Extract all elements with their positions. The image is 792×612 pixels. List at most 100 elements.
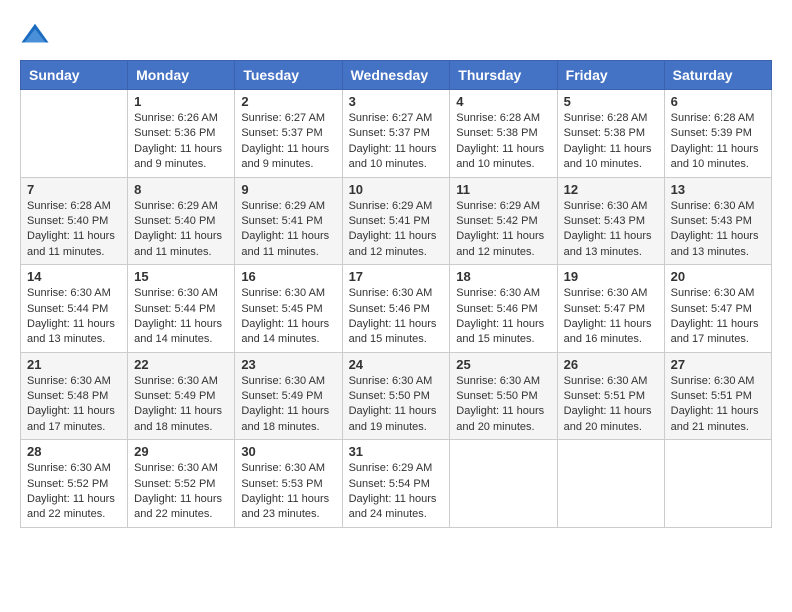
cell-content: Sunrise: 6:29 AM Sunset: 5:42 PM Dayligh… [456,199,550,261]
daylight-text: Daylight: 11 hours and 14 minutes. [241,318,329,345]
sunrise-text: Sunrise: 6:30 AM [27,462,111,474]
sunrise-text: Sunrise: 6:30 AM [349,375,433,387]
day-number: 17 [349,269,444,284]
sunrise-text: Sunrise: 6:30 AM [241,287,325,299]
daylight-text: Daylight: 11 hours and 18 minutes. [134,405,222,432]
cell-content: Sunrise: 6:30 AM Sunset: 5:49 PM Dayligh… [134,374,228,436]
calendar-cell [557,440,664,528]
sunrise-text: Sunrise: 6:28 AM [27,200,111,212]
sunrise-text: Sunrise: 6:30 AM [134,375,218,387]
sunrise-text: Sunrise: 6:30 AM [456,287,540,299]
day-number: 12 [564,182,658,197]
daylight-text: Daylight: 11 hours and 17 minutes. [671,318,759,345]
sunset-text: Sunset: 5:52 PM [134,478,215,490]
sunset-text: Sunset: 5:49 PM [134,390,215,402]
cell-content: Sunrise: 6:27 AM Sunset: 5:37 PM Dayligh… [241,111,335,173]
cell-content: Sunrise: 6:30 AM Sunset: 5:52 PM Dayligh… [27,461,121,523]
cell-content: Sunrise: 6:30 AM Sunset: 5:50 PM Dayligh… [456,374,550,436]
daylight-text: Daylight: 11 hours and 11 minutes. [134,230,222,257]
cell-content: Sunrise: 6:30 AM Sunset: 5:50 PM Dayligh… [349,374,444,436]
day-number: 31 [349,444,444,459]
cell-content: Sunrise: 6:26 AM Sunset: 5:36 PM Dayligh… [134,111,228,173]
day-number: 9 [241,182,335,197]
calendar-cell: 5 Sunrise: 6:28 AM Sunset: 5:38 PM Dayli… [557,90,664,178]
calendar-cell: 13 Sunrise: 6:30 AM Sunset: 5:43 PM Dayl… [664,177,771,265]
calendar-cell: 9 Sunrise: 6:29 AM Sunset: 5:41 PM Dayli… [235,177,342,265]
sunrise-text: Sunrise: 6:30 AM [456,375,540,387]
sunrise-text: Sunrise: 6:30 AM [671,200,755,212]
cell-content: Sunrise: 6:30 AM Sunset: 5:51 PM Dayligh… [564,374,658,436]
sunrise-text: Sunrise: 6:28 AM [456,112,540,124]
daylight-text: Daylight: 11 hours and 12 minutes. [456,230,544,257]
sunset-text: Sunset: 5:38 PM [564,127,645,139]
day-number: 30 [241,444,335,459]
day-number: 20 [671,269,765,284]
sunrise-text: Sunrise: 6:30 AM [134,287,218,299]
day-number: 28 [27,444,121,459]
calendar-cell: 18 Sunrise: 6:30 AM Sunset: 5:46 PM Dayl… [450,265,557,353]
calendar-week-row: 7 Sunrise: 6:28 AM Sunset: 5:40 PM Dayli… [21,177,772,265]
sunrise-text: Sunrise: 6:30 AM [671,375,755,387]
cell-content: Sunrise: 6:29 AM Sunset: 5:54 PM Dayligh… [349,461,444,523]
daylight-text: Daylight: 11 hours and 13 minutes. [27,318,115,345]
sunrise-text: Sunrise: 6:27 AM [349,112,433,124]
calendar-cell: 16 Sunrise: 6:30 AM Sunset: 5:45 PM Dayl… [235,265,342,353]
cell-content: Sunrise: 6:30 AM Sunset: 5:44 PM Dayligh… [134,286,228,348]
cell-content: Sunrise: 6:30 AM Sunset: 5:51 PM Dayligh… [671,374,765,436]
calendar-week-row: 1 Sunrise: 6:26 AM Sunset: 5:36 PM Dayli… [21,90,772,178]
day-number: 11 [456,182,550,197]
day-number: 29 [134,444,228,459]
calendar-cell [21,90,128,178]
daylight-text: Daylight: 11 hours and 10 minutes. [456,143,544,170]
daylight-text: Daylight: 11 hours and 12 minutes. [349,230,437,257]
daylight-text: Daylight: 11 hours and 23 minutes. [241,493,329,520]
sunrise-text: Sunrise: 6:29 AM [241,200,325,212]
cell-content: Sunrise: 6:30 AM Sunset: 5:49 PM Dayligh… [241,374,335,436]
sunrise-text: Sunrise: 6:30 AM [671,287,755,299]
calendar-week-row: 21 Sunrise: 6:30 AM Sunset: 5:48 PM Dayl… [21,352,772,440]
day-number: 2 [241,94,335,109]
logo [20,20,54,50]
cell-content: Sunrise: 6:29 AM Sunset: 5:41 PM Dayligh… [241,199,335,261]
day-number: 6 [671,94,765,109]
calendar-header-wednesday: Wednesday [342,61,450,90]
cell-content: Sunrise: 6:30 AM Sunset: 5:47 PM Dayligh… [564,286,658,348]
cell-content: Sunrise: 6:30 AM Sunset: 5:46 PM Dayligh… [349,286,444,348]
cell-content: Sunrise: 6:28 AM Sunset: 5:39 PM Dayligh… [671,111,765,173]
day-number: 16 [241,269,335,284]
sunset-text: Sunset: 5:54 PM [349,478,430,490]
sunset-text: Sunset: 5:41 PM [241,215,322,227]
calendar-cell [450,440,557,528]
day-number: 15 [134,269,228,284]
sunset-text: Sunset: 5:51 PM [564,390,645,402]
day-number: 8 [134,182,228,197]
sunset-text: Sunset: 5:45 PM [241,303,322,315]
day-number: 25 [456,357,550,372]
calendar-header-sunday: Sunday [21,61,128,90]
day-number: 10 [349,182,444,197]
day-number: 1 [134,94,228,109]
calendar-header-friday: Friday [557,61,664,90]
sunset-text: Sunset: 5:40 PM [134,215,215,227]
sunset-text: Sunset: 5:44 PM [134,303,215,315]
day-number: 21 [27,357,121,372]
day-number: 4 [456,94,550,109]
day-number: 3 [349,94,444,109]
calendar-cell: 14 Sunrise: 6:30 AM Sunset: 5:44 PM Dayl… [21,265,128,353]
cell-content: Sunrise: 6:30 AM Sunset: 5:45 PM Dayligh… [241,286,335,348]
daylight-text: Daylight: 11 hours and 13 minutes. [671,230,759,257]
daylight-text: Daylight: 11 hours and 20 minutes. [456,405,544,432]
cell-content: Sunrise: 6:28 AM Sunset: 5:38 PM Dayligh… [456,111,550,173]
daylight-text: Daylight: 11 hours and 14 minutes. [134,318,222,345]
calendar-cell: 1 Sunrise: 6:26 AM Sunset: 5:36 PM Dayli… [128,90,235,178]
sunrise-text: Sunrise: 6:29 AM [134,200,218,212]
calendar-cell: 26 Sunrise: 6:30 AM Sunset: 5:51 PM Dayl… [557,352,664,440]
cell-content: Sunrise: 6:29 AM Sunset: 5:41 PM Dayligh… [349,199,444,261]
day-number: 24 [349,357,444,372]
sunset-text: Sunset: 5:37 PM [349,127,430,139]
daylight-text: Daylight: 11 hours and 22 minutes. [134,493,222,520]
calendar-cell: 11 Sunrise: 6:29 AM Sunset: 5:42 PM Dayl… [450,177,557,265]
sunrise-text: Sunrise: 6:30 AM [27,287,111,299]
day-number: 13 [671,182,765,197]
logo-icon [20,20,50,50]
